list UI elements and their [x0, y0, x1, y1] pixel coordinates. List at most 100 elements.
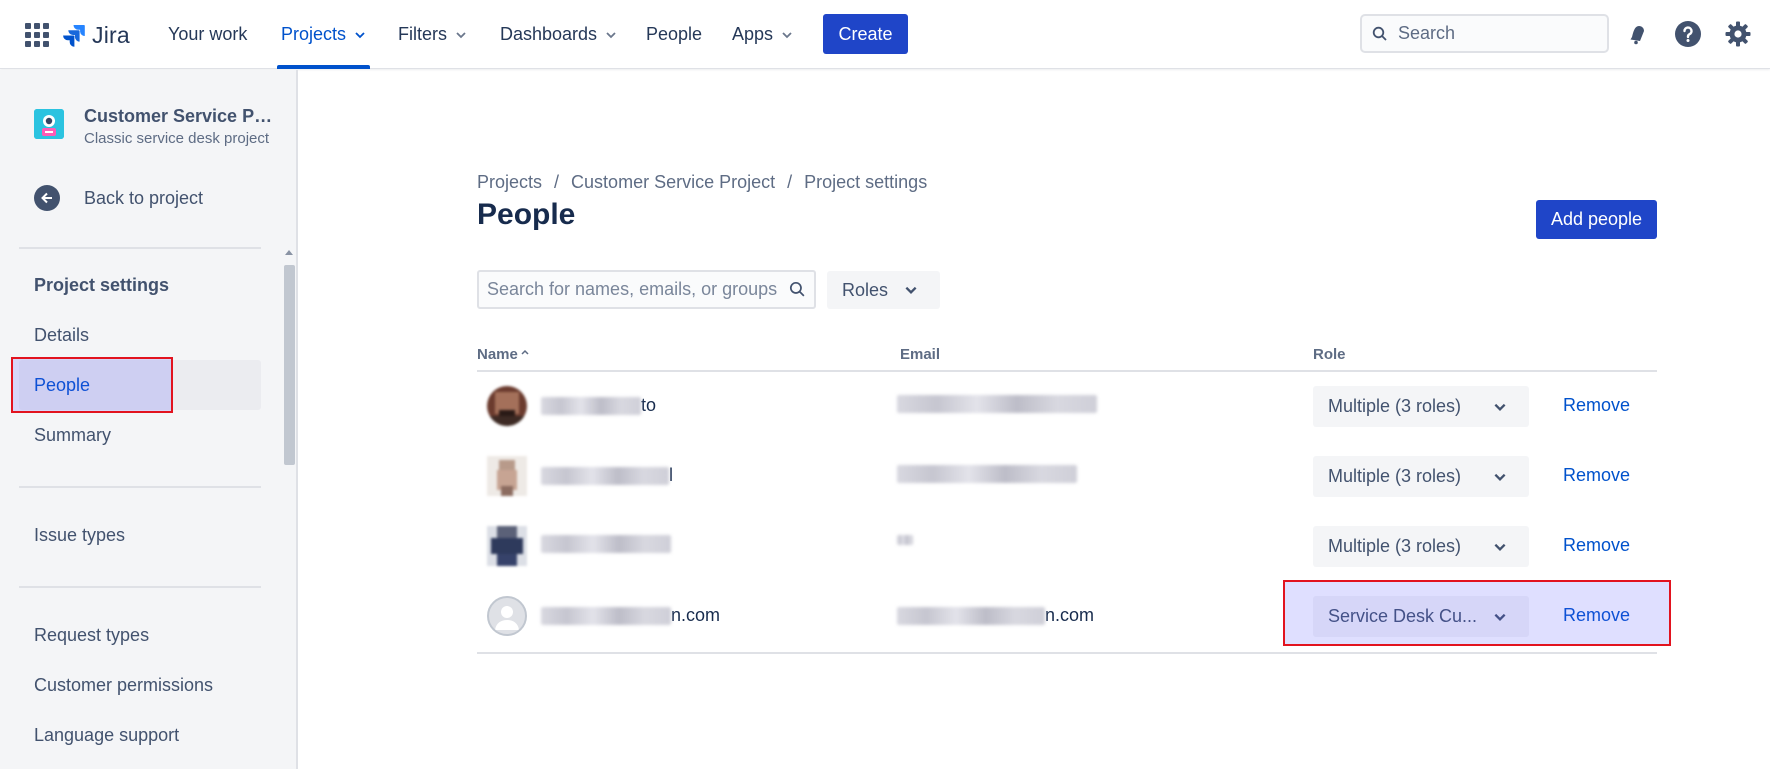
role-dropdown[interactable]: Multiple (3 roles): [1313, 456, 1529, 497]
breadcrumb-project[interactable]: Customer Service Project: [571, 172, 775, 193]
sidebar-item-issue-types[interactable]: Issue types: [19, 510, 261, 560]
search-icon: [1372, 26, 1387, 41]
notifications-icon[interactable]: [1622, 18, 1654, 50]
chevron-down-icon: [355, 31, 365, 38]
nav-filters[interactable]: Filters: [398, 0, 467, 69]
column-header-email: Email: [900, 346, 941, 363]
role-value: Multiple (3 roles): [1328, 396, 1462, 416]
user-name[interactable]: l: [541, 465, 673, 486]
question-circle-icon: [1675, 21, 1701, 47]
roles-filter-dropdown[interactable]: Roles: [827, 271, 940, 309]
breadcrumb-separator: /: [787, 172, 793, 192]
sidebar-item-details[interactable]: Details: [19, 310, 261, 360]
breadcrumb-project-settings[interactable]: Project settings: [804, 172, 927, 193]
project-header[interactable]: Customer Service Pr... Classic service d…: [34, 106, 274, 147]
nav-people[interactable]: People: [646, 0, 702, 69]
default-avatar-icon[interactable]: [487, 596, 527, 636]
role-dropdown[interactable]: Service Desk Cu...: [1313, 596, 1529, 637]
global-search[interactable]: [1360, 14, 1609, 53]
nav-projects-label: Projects: [281, 24, 347, 44]
roles-filter-label: Roles: [842, 279, 889, 300]
user-name-text: l: [669, 465, 673, 485]
remove-user-button[interactable]: Remove: [1563, 395, 1630, 416]
sidebar-item-summary[interactable]: Summary: [19, 410, 261, 460]
user-email-text: n.com: [1045, 605, 1095, 625]
create-button[interactable]: Create: [823, 14, 908, 54]
nav-dashboards[interactable]: Dashboards: [500, 0, 617, 69]
table-bottom-divider: [477, 652, 1657, 654]
remove-user-button[interactable]: Remove: [1563, 535, 1630, 556]
jira-logo[interactable]: Jira: [62, 18, 130, 52]
table-row: to Multiple (3 roles) Remove: [477, 371, 1657, 441]
role-dropdown[interactable]: Multiple (3 roles): [1313, 386, 1529, 427]
remove-user-button[interactable]: Remove: [1563, 605, 1630, 626]
sort-ascending-icon: [521, 349, 529, 355]
user-email: [897, 395, 1097, 413]
user-name[interactable]: n.com: [541, 605, 720, 626]
people-search[interactable]: [477, 270, 816, 309]
bell-icon: [1630, 26, 1644, 45]
nav-filters-label: Filters: [398, 24, 447, 44]
chevron-down-icon: [1494, 473, 1506, 481]
project-avatar-icon: [34, 109, 64, 139]
chevron-down-icon: [905, 286, 917, 294]
remove-user-button[interactable]: Remove: [1563, 465, 1630, 486]
user-avatar[interactable]: [487, 386, 527, 426]
people-search-input[interactable]: [487, 279, 777, 300]
sidebar-item-language-support[interactable]: Language support: [19, 710, 261, 760]
sidebar-item-customer-permissions[interactable]: Customer permissions: [19, 660, 261, 710]
table-row: l Multiple (3 roles) Remove: [477, 441, 1657, 511]
nav-apps[interactable]: Apps: [732, 0, 793, 69]
sidebar-item-label: Summary: [34, 424, 112, 445]
nav-projects[interactable]: Projects: [276, 0, 371, 69]
sidebar-divider: [19, 486, 261, 488]
project-type: Classic service desk project: [84, 130, 270, 147]
nav-apps-label: Apps: [732, 24, 774, 44]
chevron-down-icon: [456, 31, 466, 38]
column-header-name-label: Name: [477, 346, 518, 363]
project-name: Customer Service Pr...: [84, 106, 274, 126]
back-to-project-link[interactable]: Back to project: [34, 185, 203, 211]
breadcrumb: Projects / Customer Service Project / Pr…: [477, 172, 927, 193]
nav-your-work[interactable]: Your work: [168, 0, 247, 69]
help-icon[interactable]: [1672, 18, 1704, 50]
scroll-up-arrow-icon[interactable]: [285, 250, 293, 255]
user-name-text: to: [641, 395, 657, 415]
chevron-down-icon: [606, 31, 616, 38]
breadcrumb-projects[interactable]: Projects: [477, 172, 542, 193]
role-value: Multiple (3 roles): [1328, 466, 1462, 486]
sidebar-divider: [19, 247, 261, 249]
role-value: Multiple (3 roles): [1328, 536, 1462, 556]
role-dropdown[interactable]: Multiple (3 roles): [1313, 526, 1529, 567]
column-header-role: Role: [1313, 346, 1346, 363]
sidebar-item-people[interactable]: People: [11, 357, 261, 413]
table-row: Multiple (3 roles) Remove: [477, 511, 1657, 581]
page-title: People: [477, 198, 576, 231]
global-search-input[interactable]: [1398, 23, 1588, 44]
sidebar-scrollbar[interactable]: [282, 250, 296, 769]
sidebar-item-label: Issue types: [34, 524, 126, 545]
user-avatar[interactable]: [487, 456, 527, 496]
jira-logo-icon: [63, 25, 85, 47]
role-value: Service Desk Cu...: [1328, 606, 1478, 626]
user-email: n.com: [897, 605, 1094, 626]
user-avatar[interactable]: [487, 526, 527, 566]
chevron-down-icon: [1494, 543, 1506, 551]
user-name[interactable]: [541, 535, 671, 553]
nav-your-work-label: Your work: [168, 24, 248, 44]
chevron-down-icon: [782, 31, 792, 38]
sidebar-item-label: Details: [34, 324, 90, 345]
settings-icon[interactable]: [1722, 18, 1754, 50]
search-icon: [789, 281, 805, 297]
sidebar-item-label: Language support: [34, 724, 180, 745]
sidebar: Customer Service Pr... Classic service d…: [0, 70, 298, 769]
add-people-button[interactable]: Add people: [1536, 200, 1657, 239]
nav-dashboards-label: Dashboards: [500, 24, 598, 44]
nav-people-label: People: [646, 24, 703, 44]
scrollbar-thumb[interactable]: [284, 265, 295, 465]
user-name-text: n.com: [671, 605, 721, 625]
user-name[interactable]: to: [541, 395, 656, 416]
column-header-name[interactable]: Name: [477, 346, 529, 363]
sidebar-item-request-types[interactable]: Request types: [19, 610, 261, 660]
app-switcher-icon[interactable]: [22, 20, 52, 50]
